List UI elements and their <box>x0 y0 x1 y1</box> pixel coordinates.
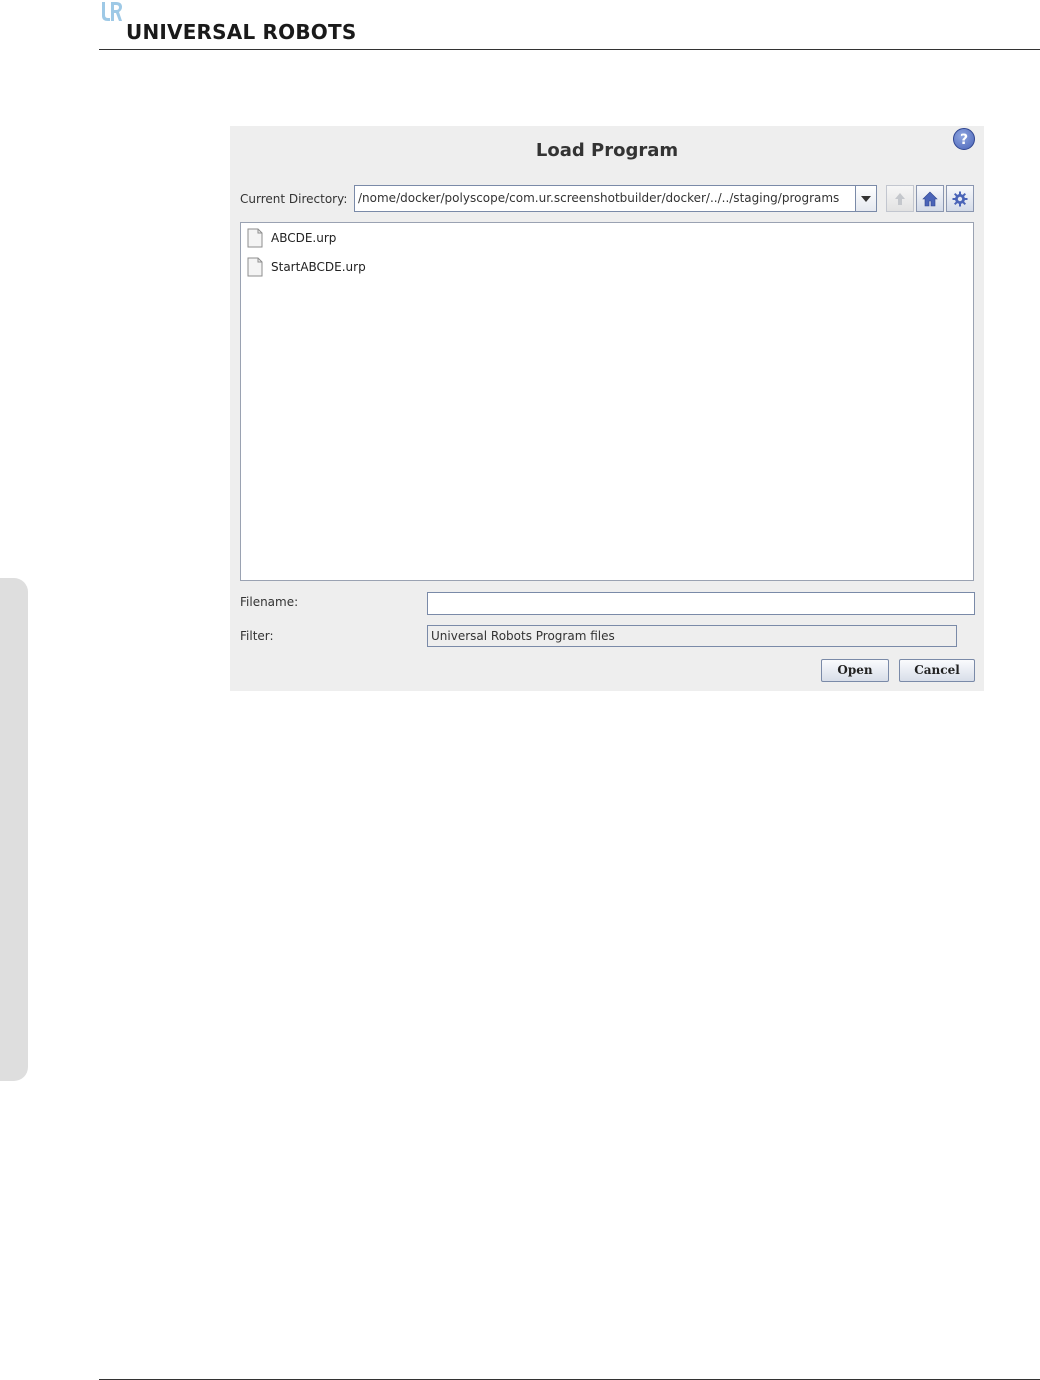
file-icon <box>247 228 263 248</box>
list-item[interactable]: StartABCDE.urp <box>247 257 647 279</box>
brand-name: UNIVERSAL ROBOTS <box>126 20 357 44</box>
dialog-title: Load Program <box>535 140 679 161</box>
arrow-up-icon <box>895 193 905 205</box>
current-directory-value: /nome/docker/polyscope/com.ur.screenshot… <box>358 191 840 205</box>
side-tab <box>0 578 28 1081</box>
filename-input[interactable] <box>427 592 975 615</box>
ur-logo-icon <box>100 1 122 23</box>
gear-icon <box>952 191 968 207</box>
current-directory-label: Current Directory: <box>240 192 348 206</box>
home-icon <box>922 191 938 207</box>
up-directory-button[interactable] <box>886 185 914 212</box>
file-list[interactable]: ABCDE.urp StartABCDE.urp <box>240 222 974 581</box>
load-program-dialog: Load Program ? Current Directory: /nome/… <box>230 126 984 691</box>
open-button[interactable]: Open <box>821 659 889 682</box>
filter-label: Filter: <box>240 629 274 643</box>
current-directory-combo[interactable]: /nome/docker/polyscope/com.ur.screenshot… <box>354 185 877 212</box>
cancel-button[interactable]: Cancel <box>899 659 975 682</box>
filter-value: Universal Robots Program files <box>431 629 615 643</box>
file-name: StartABCDE.urp <box>271 260 366 274</box>
filter-select[interactable]: Universal Robots Program files <box>427 625 957 647</box>
settings-button[interactable] <box>946 185 974 212</box>
list-item[interactable]: ABCDE.urp <box>247 228 647 250</box>
chevron-down-icon[interactable] <box>855 186 876 211</box>
file-name: ABCDE.urp <box>271 231 337 245</box>
help-icon: ? <box>959 132 969 148</box>
help-button[interactable]: ? <box>953 128 975 150</box>
manual-page: UNIVERSAL ROBOTS Load Program ? Current … <box>0 0 1040 1380</box>
home-directory-button[interactable] <box>916 185 944 212</box>
filename-label: Filename: <box>240 595 299 609</box>
header-divider <box>99 49 1040 50</box>
file-icon <box>247 257 263 277</box>
